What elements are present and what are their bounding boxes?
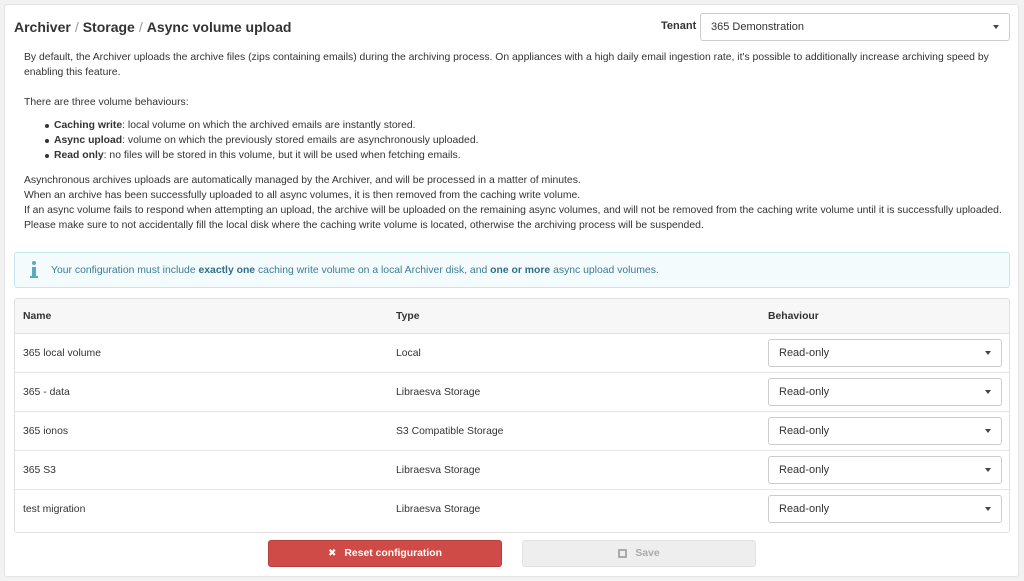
info-icon (29, 261, 39, 279)
behaviour-select[interactable]: Read-only (768, 339, 1002, 367)
reset-button-label: Reset configuration (344, 548, 442, 559)
chevron-down-icon (985, 351, 991, 355)
volume-name: test migration (23, 504, 86, 515)
floppy-disk-icon (618, 549, 628, 558)
chevron-down-icon (985, 468, 991, 472)
behaviour-select[interactable]: Read-only (768, 417, 1002, 445)
volume-name: 365 - data (23, 386, 70, 398)
info-alert-text: Your configuration must include exactly … (51, 264, 659, 276)
volume-type: S3 Compatible Storage (396, 425, 504, 437)
column-header-behaviour: Behaviour (768, 310, 819, 322)
behaviour-desc: : volume on which the previously stored … (122, 135, 479, 146)
intro-text: By default, the Archiver uploads the arc… (24, 50, 1009, 233)
behaviour-select-value: Read-only (779, 464, 830, 476)
page-title: Async volume upload (146, 19, 292, 35)
note-line: Please make sure to not accidentally fil… (24, 220, 704, 231)
table-row: test migration Libraesva Storage Read-on… (15, 490, 1009, 529)
tenant-select-value: 365 Demonstration (711, 21, 804, 33)
breadcrumb-separator: / (138, 19, 143, 35)
table-row: 365 - data Libraesva Storage Read-only (15, 373, 1009, 412)
list-item: Caching write: local volume on which the… (45, 118, 1009, 133)
chevron-down-icon (993, 25, 999, 29)
volume-name: 365 local volume (23, 347, 101, 359)
volume-type: Libraesva Storage (396, 504, 481, 515)
close-icon: ✖ (328, 548, 337, 559)
column-header-type: Type (396, 310, 420, 322)
note-line: When an archive has been successfully up… (24, 190, 581, 201)
behaviour-select-value: Read-only (779, 347, 830, 359)
volume-type: Local (396, 347, 421, 359)
breadcrumb-separator: / (74, 19, 79, 35)
behaviour-select-value: Read-only (779, 425, 830, 437)
breadcrumb-storage[interactable]: Storage (83, 19, 135, 35)
volume-name: 365 S3 (23, 464, 56, 476)
volume-type: Libraesva Storage (396, 464, 481, 476)
behaviour-desc: : local volume on which the archived ema… (122, 120, 416, 131)
chevron-down-icon (985, 390, 991, 394)
tenant-select[interactable]: 365 Demonstration (700, 13, 1010, 41)
behaviour-term: Read only (54, 150, 104, 161)
volumes-table: Name Type Behaviour 365 local volume Loc… (14, 298, 1010, 533)
table-row: 365 local volume Local Read-only (15, 334, 1009, 373)
note-line: Asynchronous archives uploads are automa… (24, 175, 581, 186)
reset-configuration-button[interactable]: ✖ Reset configuration (268, 540, 502, 567)
behaviour-select[interactable]: Read-only (768, 495, 1002, 523)
table-header: Name Type Behaviour (15, 299, 1009, 334)
list-item: Read only: no files will be stored in th… (45, 148, 1009, 163)
note-line: If an async volume fails to respond when… (24, 205, 1002, 216)
behaviour-term: Caching write (54, 120, 123, 131)
behaviour-desc: : no files will be stored in this volume… (103, 150, 461, 161)
column-header-name: Name (23, 310, 52, 322)
breadcrumb: Archiver / Storage / Async volume upload (14, 19, 291, 35)
behaviour-term: Async upload (54, 135, 123, 146)
volume-type: Libraesva Storage (396, 386, 481, 398)
save-button-label: Save (635, 548, 660, 559)
behaviours-heading: There are three volume behaviours: (24, 97, 189, 108)
tenant-label: Tenant (661, 20, 697, 32)
table-row: 365 S3 Libraesva Storage Read-only (15, 451, 1009, 490)
page-header: Archiver / Storage / Async volume upload… (5, 5, 1018, 49)
table-row: 365 ionos S3 Compatible Storage Read-onl… (15, 412, 1009, 451)
behaviour-select-value: Read-only (779, 503, 830, 515)
intro-paragraph: By default, the Archiver uploads the arc… (24, 52, 989, 78)
chevron-down-icon (985, 429, 991, 433)
volume-name: 365 ionos (23, 425, 69, 437)
chevron-down-icon (985, 507, 991, 511)
save-button[interactable]: Save (522, 540, 756, 567)
main-panel: Archiver / Storage / Async volume upload… (4, 4, 1019, 577)
behaviour-select[interactable]: Read-only (768, 456, 1002, 484)
behaviours-list: Caching write: local volume on which the… (45, 118, 1009, 163)
info-alert: Your configuration must include exactly … (14, 252, 1010, 288)
breadcrumb-archiver[interactable]: Archiver (14, 19, 71, 35)
behaviour-select-value: Read-only (779, 386, 830, 398)
behaviour-select[interactable]: Read-only (768, 378, 1002, 406)
list-item: Async upload: volume on which the previo… (45, 133, 1009, 148)
async-notes: Asynchronous archives uploads are automa… (24, 173, 1009, 233)
